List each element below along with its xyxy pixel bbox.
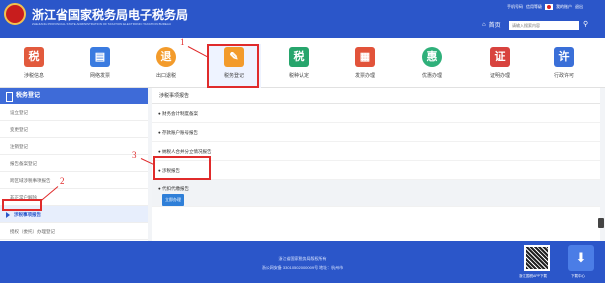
nav-item-tax-type[interactable]: 税 税种认定 [272, 44, 326, 88]
annotation-label-2: 2 [60, 176, 65, 186]
sidebar-title: 税务登记 [0, 88, 148, 104]
flag-icon [545, 4, 553, 10]
highlight-box-registration [207, 44, 259, 88]
nav-label: 行政许可 [553, 73, 574, 79]
handle-now-button[interactable]: 立即办理 [162, 194, 184, 206]
invoice-icon: ▦ [355, 47, 375, 67]
sidebar-item-report-filing[interactable]: 报告备案登记 [0, 155, 148, 172]
main-panel: 涉税事项报告 ● 财务会计制度备案 ● 存款账户账号报告 ● 纳税人合并分立情况… [152, 88, 600, 241]
certificate-icon: 证 [490, 47, 510, 67]
sidebar-item-authorization[interactable]: 授权（委托）办理登记 [0, 223, 148, 240]
tax-type-icon: 税 [289, 47, 309, 67]
discount-icon: 惠 [422, 47, 442, 67]
sidebar-item-change[interactable]: 变更登记 [0, 121, 148, 138]
site-title: 浙江省国家税务局电子税务局 [32, 8, 189, 22]
phone-link[interactable]: 手机号码 [507, 4, 523, 10]
emblem-icon [4, 3, 26, 25]
footer-address: 浙公网安备 33010502000009号 地址：杭州市 [261, 265, 344, 270]
qr-label: 浙江国税APP下载 [519, 274, 548, 278]
nav-item-export-refund[interactable]: 退 出口退税 [139, 44, 193, 88]
nav-label: 优惠办理 [421, 73, 442, 79]
sidebar: 税务登记 设立登记 变更登记 注销登记 报告备案登记 跨区域涉税事项报告 非正常… [0, 88, 148, 241]
home-button[interactable]: ⌂ 首页 [482, 20, 501, 30]
logout-link[interactable]: 退出 [575, 4, 583, 10]
annotation-label-3: 3 [132, 150, 137, 160]
app-qr-code [524, 245, 550, 271]
download-icon[interactable]: ⬇ [568, 245, 594, 271]
scroll-to-top-button[interactable] [598, 218, 604, 228]
header-bar: 浙江省国家税务局电子税务局 ZHEJIANG PROVINCIAL STATE … [0, 0, 605, 38]
site-subtitle: ZHEJIANG PROVINCIAL STATE ADMINISTRATION… [32, 22, 172, 26]
withholding-label: ● 代扣代缴报告 [158, 186, 189, 191]
license-icon: 许 [554, 47, 574, 67]
list-item-withholding[interactable]: ● 代扣代缴报告 立即办理 [152, 180, 600, 207]
nav-item-online-invoice[interactable]: ▤ 网络发票 [73, 44, 127, 88]
sidebar-item-cancel[interactable]: 注销登记 [0, 138, 148, 155]
nav-item-discount[interactable]: 惠 优惠办理 [405, 44, 459, 88]
nav-label: 涉税信息 [23, 73, 44, 79]
tax-info-icon: 税 [24, 47, 44, 67]
footer [0, 241, 605, 283]
export-refund-icon: 退 [156, 47, 176, 67]
nav-label: 网络发票 [89, 73, 110, 79]
annotation-label-1: 1 [180, 37, 185, 47]
nav-item-certificate[interactable]: 证 证明办理 [473, 44, 527, 88]
top-links: 手机号码 信用等级 我的账户 退出 [507, 4, 583, 10]
nav-label: 出口退税 [155, 73, 176, 79]
highlight-box-sidebar [2, 199, 42, 211]
credit-link[interactable]: 信用等级 [526, 4, 542, 10]
nav-item-invoice[interactable]: ▦ 发票办理 [338, 44, 392, 88]
search-icon[interactable]: ⚲ [583, 20, 588, 28]
list-item[interactable]: ● 纳税人合并分立情况报告 [152, 142, 600, 161]
home-icon: ⌂ [482, 21, 486, 28]
home-label: 首页 [488, 23, 501, 29]
list-item[interactable]: ● 涉税报告 [152, 161, 600, 180]
account-link[interactable]: 我的账户 [556, 4, 572, 10]
service-nav: 税 涉税信息 ▤ 网络发票 退 出口退税 ✎ 税务登记 税 税种认定 ▦ 发票办… [0, 38, 605, 88]
nav-label: 发票办理 [354, 73, 375, 79]
highlight-box-withholding [153, 156, 211, 180]
list-item[interactable]: ● 存款账户账号报告 [152, 123, 600, 142]
footer-copyright: 浙江省国家税务局版权所有 [278, 256, 327, 261]
sidebar-item-cross-region[interactable]: 跨区域涉税事项报告 [0, 172, 148, 189]
nav-label: 税种认定 [288, 73, 309, 79]
nav-item-license[interactable]: 许 行政许可 [537, 44, 591, 88]
list-item[interactable]: ● 财务会计制度备案 [152, 104, 600, 123]
search-input[interactable] [509, 21, 579, 30]
printer-icon: ▤ [90, 47, 110, 67]
nav-item-tax-info[interactable]: 税 涉税信息 [7, 44, 61, 88]
tab-tax-report[interactable]: 涉税事项报告 [152, 88, 600, 104]
sidebar-item-establish[interactable]: 设立登记 [0, 104, 148, 121]
nav-label: 证明办理 [489, 73, 510, 79]
download-label[interactable]: 下载中心 [571, 274, 585, 279]
